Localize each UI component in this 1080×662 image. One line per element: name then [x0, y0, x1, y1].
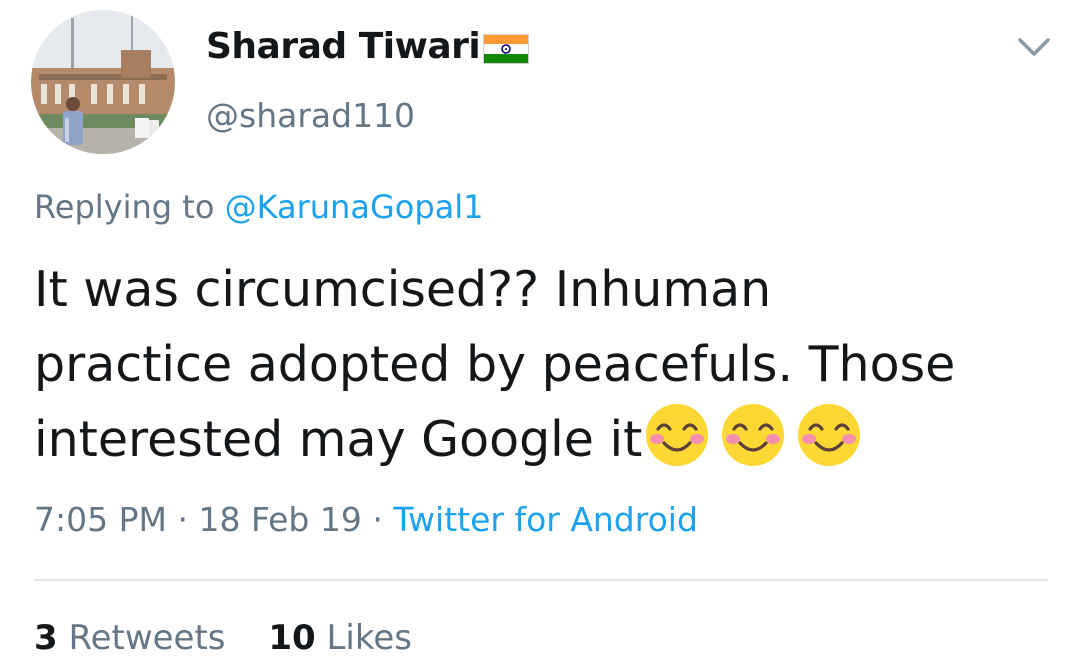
- tweet-meta: 7:05 PM · 18 Feb 19 · Twitter for Androi…: [34, 500, 698, 539]
- avatar-photo: [31, 10, 175, 154]
- tweet-line-last: interested may Google it: [34, 402, 1054, 477]
- tweet-stats: 3 Retweets 10 Likes: [34, 618, 444, 658]
- tweet-line: practice adopted by peacefuls. Those: [34, 336, 956, 393]
- likes-label: Likes: [326, 618, 412, 658]
- replying-to: Replying to @KarunaGopal1: [34, 188, 483, 226]
- india-flag-icon: [483, 33, 530, 64]
- chevron-down-icon[interactable]: [1016, 34, 1052, 60]
- display-name[interactable]: Sharad Tiwari: [206, 26, 530, 67]
- tweet-time[interactable]: 7:05 PM: [34, 500, 167, 539]
- replying-to-label: Replying to: [34, 188, 215, 226]
- retweets-stat[interactable]: 3 Retweets: [34, 618, 236, 658]
- smiling-face-with-smiling-eyes-icon: [646, 403, 709, 466]
- smiling-face-with-smiling-eyes-icon: [722, 403, 785, 466]
- likes-count: 10: [268, 618, 316, 658]
- user-handle[interactable]: @sharad110: [206, 96, 415, 135]
- display-name-text: Sharad Tiwari: [206, 26, 481, 67]
- meta-separator: ·: [177, 500, 188, 539]
- tweet-date[interactable]: 18 Feb 19: [198, 500, 361, 539]
- meta-separator: ·: [372, 500, 383, 539]
- smiling-face-with-smiling-eyes-icon: [798, 403, 861, 466]
- tweet-line: It was circumcised?? Inhuman: [34, 261, 772, 318]
- retweets-count: 3: [34, 618, 58, 658]
- reply-mention-link[interactable]: @KarunaGopal1: [225, 188, 484, 226]
- likes-stat[interactable]: 10 Likes: [268, 618, 412, 658]
- divider: [34, 579, 1048, 581]
- retweets-label: Retweets: [68, 618, 226, 658]
- avatar[interactable]: [31, 10, 175, 154]
- tweet-source-link[interactable]: Twitter for Android: [393, 500, 698, 539]
- emoji-row: [644, 402, 862, 468]
- tweet-text: It was circumcised?? Inhuman practice ad…: [34, 252, 1054, 477]
- tweet-line-text: interested may Google it: [34, 411, 643, 468]
